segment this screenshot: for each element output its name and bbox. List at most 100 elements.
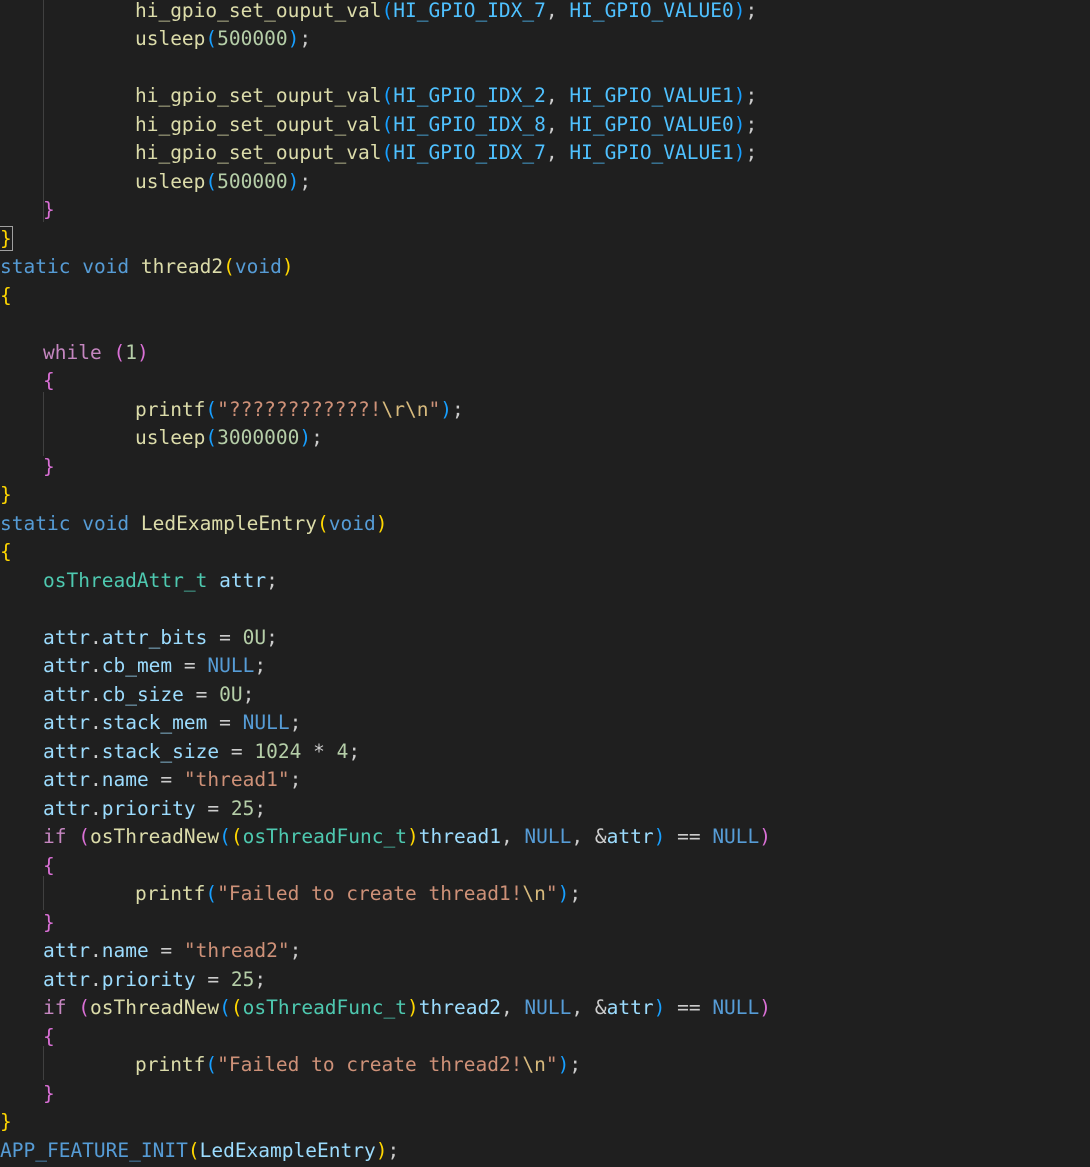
code-line[interactable]: } <box>43 196 55 225</box>
code-line[interactable]: attr.priority = 25; <box>43 795 266 824</box>
code-line[interactable]: attr.stack_mem = NULL; <box>43 709 301 738</box>
code-token: ; <box>289 711 302 734</box>
code-token: static <box>0 511 71 535</box>
code-line[interactable]: attr.attr_bits = 0U; <box>43 624 278 653</box>
code-line[interactable]: attr.stack_size = 1024 * 4; <box>43 738 360 767</box>
code-line[interactable]: } <box>0 1108 12 1137</box>
code-token: ( <box>205 169 218 193</box>
code-line[interactable]: usleep(500000); <box>88 168 311 197</box>
code-token: 0U <box>242 625 267 649</box>
code-token: == <box>665 825 713 848</box>
code-line[interactable]: attr.priority = 25; <box>43 966 266 995</box>
code-line[interactable]: } <box>0 481 12 510</box>
code-token: ( <box>381 84 394 107</box>
code-line[interactable]: hi_gpio_set_ouput_val(HI_GPIO_IDX_7, HI_… <box>88 139 757 168</box>
code-token: , & <box>571 825 607 848</box>
code-token: . <box>89 682 102 706</box>
code-token: ) <box>733 0 746 22</box>
code-line[interactable]: static void thread2(void) <box>0 253 294 282</box>
code-token: LedExampleEntry <box>140 511 318 535</box>
code-editor[interactable]: hi_gpio_set_ouput_val(HI_GPIO_IDX_7, HI_… <box>0 0 1090 1167</box>
code-token: NULL <box>207 654 255 677</box>
code-token: osThreadFunc_t <box>242 825 407 848</box>
code-line[interactable]: } <box>43 453 55 482</box>
code-token: } <box>43 1081 55 1105</box>
code-line[interactable]: { <box>43 852 55 881</box>
code-line[interactable]: while (1) <box>43 339 149 368</box>
code-token: ) <box>733 84 746 107</box>
code-line[interactable]: } <box>43 909 55 938</box>
code-line[interactable]: hi_gpio_set_ouput_val(HI_GPIO_IDX_8, HI_… <box>88 111 757 140</box>
code-token: . <box>89 625 102 649</box>
code-line[interactable]: if (osThreadNew((osThreadFunc_t)thread1,… <box>43 823 771 852</box>
code-token: HI_GPIO_VALUE0 <box>569 0 734 22</box>
code-token: priority <box>101 967 196 991</box>
code-token: void <box>82 255 130 278</box>
code-line[interactable]: usleep(500000); <box>88 25 311 54</box>
code-token: . <box>89 939 102 962</box>
code-token: . <box>89 768 102 791</box>
code-token: } <box>43 198 55 221</box>
code-line[interactable]: hi_gpio_set_ouput_val(HI_GPIO_IDX_2, HI_… <box>88 82 757 111</box>
code-token: NULL <box>242 711 290 734</box>
code-line[interactable]: attr.cb_size = 0U; <box>43 681 254 710</box>
code-token: name <box>101 939 149 962</box>
code-token: ; <box>348 739 361 763</box>
code-token: ) <box>653 996 666 1019</box>
indent-guide <box>43 1046 44 1080</box>
code-token: "????????????! <box>217 397 382 421</box>
code-token: ( <box>317 511 329 535</box>
code-line[interactable]: APP_FEATURE_INIT(LedExampleEntry); <box>0 1137 399 1166</box>
code-line[interactable]: printf("Failed to create thread2!\n"); <box>88 1051 581 1080</box>
code-token: void <box>82 511 130 535</box>
code-token: hi_gpio_set_ouput_val <box>134 84 382 107</box>
code-token: ; <box>299 27 312 50</box>
code-token: = <box>219 739 255 763</box>
code-token: ( <box>205 882 218 905</box>
code-token: . <box>89 654 102 677</box>
code-line[interactable]: printf("Failed to create thread1!\n"); <box>88 880 581 909</box>
code-token: ; <box>299 169 312 193</box>
code-line[interactable]: printf("????????????!\r\n"); <box>88 396 464 425</box>
code-token: cb_size <box>101 682 184 706</box>
code-token: ; <box>266 568 278 592</box>
code-token: ; <box>387 1138 400 1162</box>
code-token: , <box>500 825 525 848</box>
code-line[interactable]: usleep(3000000); <box>88 424 323 453</box>
code-token: NULL <box>712 825 760 848</box>
code-line[interactable]: osThreadAttr_t attr; <box>43 567 278 596</box>
code-token: ; <box>452 397 464 421</box>
code-line[interactable]: { <box>43 367 55 396</box>
code-token: ( <box>219 825 231 848</box>
code-line[interactable]: { <box>0 282 12 311</box>
code-token: ) <box>287 169 300 193</box>
code-line[interactable]: } <box>43 1080 55 1109</box>
code-line[interactable]: attr.cb_mem = NULL; <box>43 652 266 681</box>
code-line[interactable]: hi_gpio_set_ouput_val(HI_GPIO_IDX_7, HI_… <box>88 0 757 25</box>
code-line[interactable]: { <box>0 538 12 567</box>
code-line[interactable]: } <box>0 225 13 254</box>
code-line[interactable]: if (osThreadNew((osThreadFunc_t)thread2,… <box>43 994 771 1023</box>
code-token: attr <box>606 996 654 1019</box>
code-token: . <box>89 739 102 763</box>
code-line[interactable]: attr.name = "thread2"; <box>43 937 301 966</box>
code-line[interactable]: { <box>43 1023 55 1052</box>
code-token: = <box>148 939 184 962</box>
code-token: attr <box>43 796 90 820</box>
code-token: thread2 <box>418 996 501 1019</box>
code-token: ; <box>266 625 278 649</box>
code-line[interactable]: static void LedExampleEntry(void) <box>0 510 388 539</box>
code-token: osThreadFunc_t <box>242 996 407 1019</box>
code-token: HI_GPIO_IDX_2 <box>393 84 546 107</box>
code-token: usleep <box>134 169 206 193</box>
code-token: } <box>0 1110 12 1133</box>
code-line[interactable]: attr.name = "thread1"; <box>43 766 301 795</box>
code-token: "Failed to create thread1! <box>217 882 523 905</box>
code-token: LedExampleEntry <box>199 1138 376 1162</box>
code-token: = <box>148 768 184 791</box>
